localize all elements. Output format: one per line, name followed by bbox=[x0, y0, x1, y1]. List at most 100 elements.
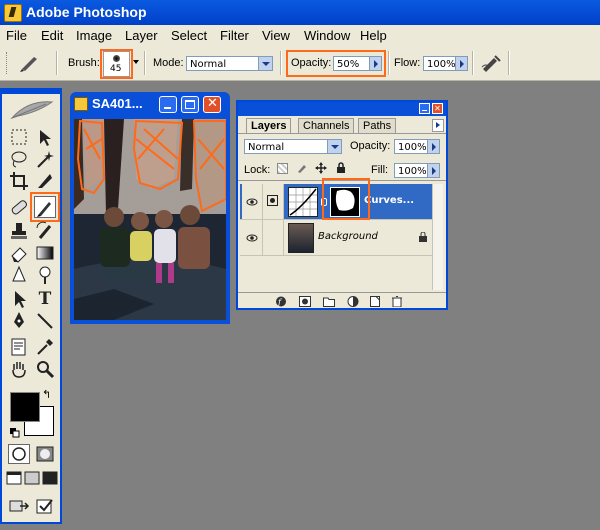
layers-scrollbar[interactable] bbox=[432, 184, 443, 290]
delete-layer-icon[interactable] bbox=[390, 296, 404, 308]
blend-mode-dropdown-icon[interactable] bbox=[327, 139, 342, 154]
foreground-color-swatch-front[interactable] bbox=[10, 392, 40, 422]
full-screen-menu-mode-icon[interactable] bbox=[24, 470, 40, 486]
visibility-toggle[interactable] bbox=[242, 220, 263, 255]
separator bbox=[472, 51, 474, 75]
divider bbox=[238, 133, 446, 134]
document-canvas[interactable] bbox=[74, 119, 226, 320]
lock-all-icon[interactable] bbox=[335, 162, 347, 174]
menu-image[interactable]: Image bbox=[76, 28, 112, 43]
menu-layer[interactable]: Layer bbox=[125, 28, 158, 43]
menu-help[interactable]: Help bbox=[360, 28, 387, 43]
menu-filter[interactable]: Filter bbox=[220, 28, 249, 43]
crop-tool-icon[interactable] bbox=[8, 170, 30, 192]
lock-transparency-icon[interactable] bbox=[277, 163, 288, 174]
blur-tool-icon[interactable] bbox=[8, 264, 30, 286]
add-mask-icon[interactable] bbox=[298, 296, 312, 307]
default-colors-icon[interactable] bbox=[10, 428, 20, 438]
lasso-tool-icon[interactable] bbox=[8, 148, 30, 170]
tab-paths[interactable]: Paths bbox=[358, 118, 397, 134]
line-tool-icon[interactable] bbox=[34, 310, 56, 332]
hand-tool-icon[interactable] bbox=[8, 358, 30, 380]
jump-to-imageready-icon[interactable] bbox=[8, 496, 30, 516]
layer-mask-indicator[interactable] bbox=[263, 184, 284, 219]
mask-indicator-icon bbox=[267, 195, 278, 206]
layer-opacity-input[interactable]: 100% bbox=[394, 139, 428, 154]
divider bbox=[238, 292, 446, 293]
full-screen-mode-icon[interactable] bbox=[42, 470, 58, 486]
swap-colors-icon[interactable]: ↰ bbox=[42, 388, 51, 401]
move-tool-icon[interactable] bbox=[34, 126, 56, 148]
palette-close-button[interactable]: ✕ bbox=[432, 103, 443, 114]
mode-label: Mode: bbox=[153, 57, 184, 69]
fill-arrow-icon[interactable] bbox=[427, 163, 440, 178]
palette-title-bar[interactable]: ✕ bbox=[238, 102, 446, 116]
clone-stamp-tool-icon[interactable] bbox=[8, 220, 30, 242]
lock-position-icon[interactable] bbox=[315, 162, 327, 174]
menu-view[interactable]: View bbox=[262, 28, 290, 43]
document-title-bar[interactable]: SA401... ✕ bbox=[70, 92, 230, 116]
blend-mode-select[interactable]: Normal bbox=[244, 139, 340, 154]
tab-layers[interactable]: Layers bbox=[246, 118, 292, 134]
standard-mode-icon[interactable] bbox=[8, 444, 30, 464]
magic-wand-tool-icon[interactable] bbox=[34, 148, 56, 170]
new-layer-icon[interactable] bbox=[368, 296, 382, 307]
palette-menu-button[interactable] bbox=[432, 119, 444, 132]
menu-edit[interactable]: Edit bbox=[41, 28, 63, 43]
marquee-tool-icon[interactable] bbox=[8, 126, 30, 148]
pen-tool-icon[interactable] bbox=[8, 310, 30, 332]
close-button[interactable]: ✕ bbox=[203, 96, 221, 113]
visibility-toggle[interactable] bbox=[242, 184, 263, 219]
brush-dropdown-icon[interactable] bbox=[133, 60, 139, 64]
new-adjustment-layer-icon[interactable] bbox=[346, 296, 360, 307]
mode-dropdown-icon[interactable] bbox=[258, 56, 273, 71]
healing-brush-tool-icon[interactable] bbox=[8, 196, 30, 218]
brush-tool-preset-icon[interactable] bbox=[18, 53, 42, 73]
gradient-tool-icon[interactable] bbox=[34, 242, 56, 264]
photo-canvas-image bbox=[74, 119, 226, 320]
flow-slider-arrow-icon[interactable] bbox=[455, 56, 468, 71]
separator bbox=[280, 51, 282, 75]
layer-name: Curves... bbox=[364, 195, 415, 206]
quick-mask-mode-icon[interactable] bbox=[34, 444, 56, 464]
notes-tool-icon[interactable] bbox=[8, 336, 30, 358]
slice-tool-icon[interactable] bbox=[34, 170, 56, 192]
tab-channels[interactable]: Channels bbox=[298, 118, 355, 134]
document-icon bbox=[74, 97, 88, 111]
layers-palette: ✕ Layers Channels Paths Normal Opacity: … bbox=[236, 100, 448, 310]
eye-icon bbox=[246, 198, 258, 206]
fill-input[interactable]: 100% bbox=[394, 163, 428, 178]
minimize-button[interactable] bbox=[159, 96, 177, 113]
layer-row-background[interactable]: Background bbox=[240, 220, 432, 256]
eyedropper-tool-icon[interactable] bbox=[34, 336, 56, 358]
brush-tool-highlight bbox=[30, 192, 60, 222]
standard-screen-mode-icon[interactable] bbox=[6, 470, 22, 486]
palette-minimize-button[interactable] bbox=[419, 103, 430, 114]
maximize-button[interactable] bbox=[181, 96, 199, 113]
curves-adjustment-icon bbox=[288, 187, 318, 217]
lock-label: Lock: bbox=[244, 164, 271, 176]
menu-select[interactable]: Select bbox=[171, 28, 207, 43]
history-brush-tool-icon[interactable] bbox=[34, 220, 56, 242]
toolbox-grip[interactable] bbox=[2, 88, 60, 94]
layer-opacity-arrow-icon[interactable] bbox=[427, 139, 440, 154]
lock-paint-icon[interactable] bbox=[296, 162, 308, 174]
type-tool-icon[interactable]: T bbox=[34, 288, 56, 310]
background-layer-thumbnail bbox=[288, 223, 314, 253]
menu-window[interactable]: Window bbox=[304, 28, 350, 43]
dodge-tool-icon[interactable] bbox=[34, 264, 56, 286]
eraser-tool-icon[interactable] bbox=[8, 242, 30, 264]
separator bbox=[508, 51, 510, 75]
new-group-icon[interactable] bbox=[322, 296, 336, 307]
menu-file[interactable]: File bbox=[6, 28, 27, 43]
path-selection-tool-icon[interactable] bbox=[8, 288, 30, 310]
gripper[interactable] bbox=[6, 52, 10, 74]
layer-link-box[interactable] bbox=[263, 220, 284, 255]
imageready-logo-icon[interactable] bbox=[34, 496, 56, 516]
eye-icon bbox=[246, 234, 258, 242]
zoom-tool-icon[interactable] bbox=[34, 358, 56, 380]
flow-input[interactable]: 100% bbox=[423, 56, 456, 71]
palette-minimize-icon bbox=[422, 110, 427, 111]
airbrush-icon[interactable] bbox=[480, 53, 502, 73]
layer-style-icon[interactable]: f bbox=[274, 296, 288, 307]
